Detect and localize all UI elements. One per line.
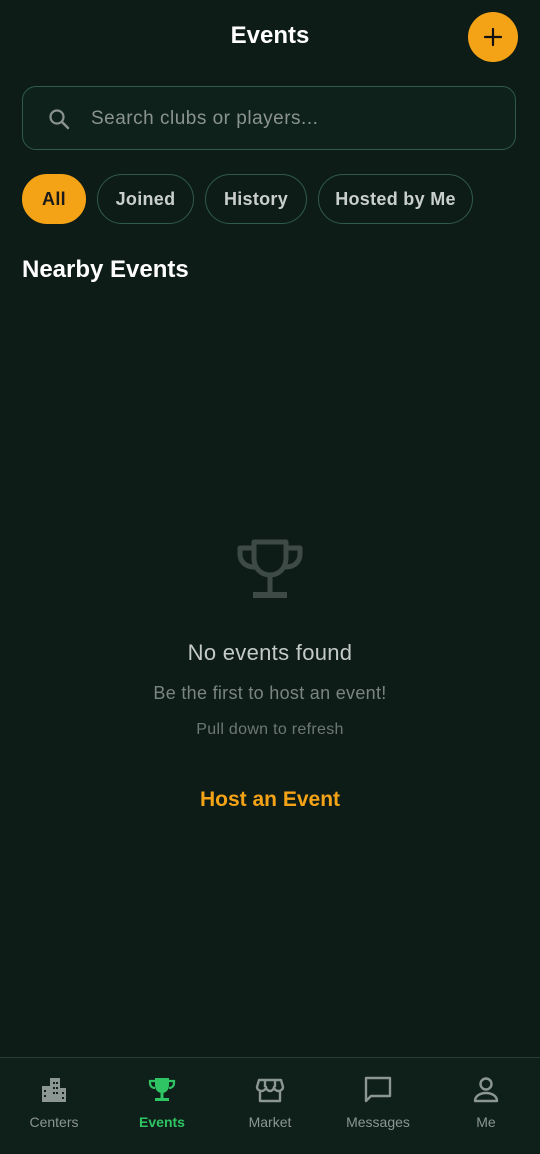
empty-state-hint: Pull down to refresh (196, 721, 344, 738)
trophy-icon (148, 1078, 176, 1101)
nav-label: Messages (346, 1114, 410, 1130)
add-event-button[interactable] (468, 12, 518, 62)
person-icon (473, 1077, 499, 1103)
filter-chip-hosted-by-me[interactable]: Hosted by Me (318, 174, 473, 224)
search-icon (49, 109, 70, 130)
nav-label: Market (248, 1114, 292, 1130)
host-event-button[interactable]: Host an Event (170, 788, 370, 812)
filter-chip-history[interactable]: History (205, 174, 307, 224)
filter-chip-all[interactable]: All (22, 174, 86, 224)
nav-item-market[interactable]: Market (216, 1058, 324, 1154)
plus-icon (483, 27, 503, 47)
filter-chip-joined[interactable]: Joined (97, 174, 194, 224)
nav-item-events[interactable]: Events (108, 1058, 216, 1154)
nav-item-me[interactable]: Me (432, 1058, 540, 1154)
nav-label: Centers (29, 1114, 79, 1130)
filter-chip-label: Joined (115, 188, 176, 209)
buildings-icon (42, 1078, 66, 1102)
nav-label: Events (139, 1114, 185, 1130)
filter-chip-label: All (42, 188, 66, 209)
nav-label: Me (476, 1114, 496, 1130)
empty-state-title: No events found (187, 640, 353, 665)
app-header: Events (0, 0, 540, 76)
nav-item-messages[interactable]: Messages (324, 1058, 432, 1154)
filter-chip-label: Hosted by Me (335, 188, 456, 209)
chat-bubble-icon (364, 1076, 392, 1103)
search-input[interactable] (89, 87, 503, 150)
nav-item-centers[interactable]: Centers (0, 1058, 108, 1154)
trophy-icon (237, 539, 303, 598)
page-title: Events (230, 22, 310, 49)
bottom-nav: Centers Events Market Messages Me (0, 1057, 540, 1153)
storefront-icon (255, 1078, 285, 1103)
empty-state-subtitle: Be the first to host an event! (153, 683, 387, 703)
filter-chip-label: History (223, 188, 289, 209)
search-bar[interactable] (22, 86, 516, 150)
section-title: Nearby Events (22, 256, 189, 283)
